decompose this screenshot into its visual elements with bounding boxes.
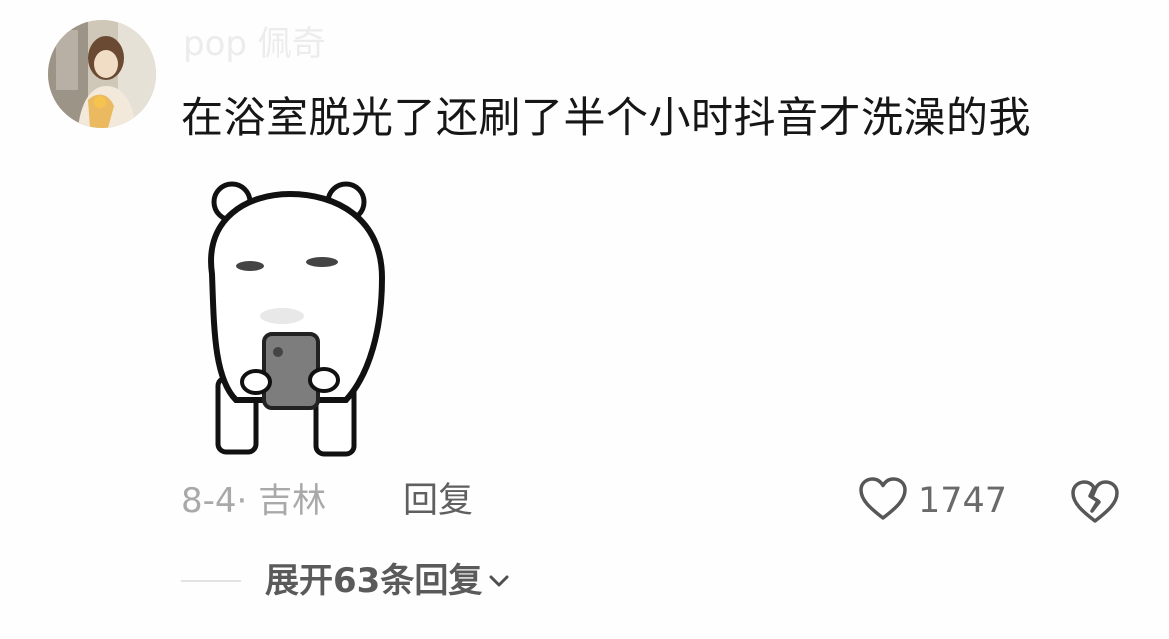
avatar[interactable] bbox=[48, 20, 156, 128]
expand-replies-label: 展开63条回复 bbox=[265, 561, 483, 601]
comment-time-location: 8-4· 吉林 bbox=[181, 481, 327, 521]
like-button[interactable]: 1747 bbox=[858, 476, 1007, 526]
divider-line bbox=[181, 580, 241, 582]
dislike-button[interactable] bbox=[1070, 478, 1120, 526]
broken-heart-icon[interactable] bbox=[1070, 480, 1120, 530]
expand-replies-row: 展开63条回复 bbox=[181, 557, 510, 605]
reply-button[interactable]: 回复 bbox=[403, 478, 473, 524]
username[interactable]: pop 佩奇 bbox=[183, 22, 326, 66]
comment-text: 在浴室脱光了还刷了半个小时抖音才洗澡的我 bbox=[181, 93, 1032, 142]
expand-replies-button[interactable]: 展开63条回复 bbox=[265, 558, 510, 604]
like-count: 1747 bbox=[918, 481, 1008, 521]
heart-outline-icon[interactable] bbox=[858, 476, 908, 526]
bear-using-phone-sticker[interactable] bbox=[186, 178, 400, 468]
chevron-down-icon bbox=[482, 573, 510, 589]
